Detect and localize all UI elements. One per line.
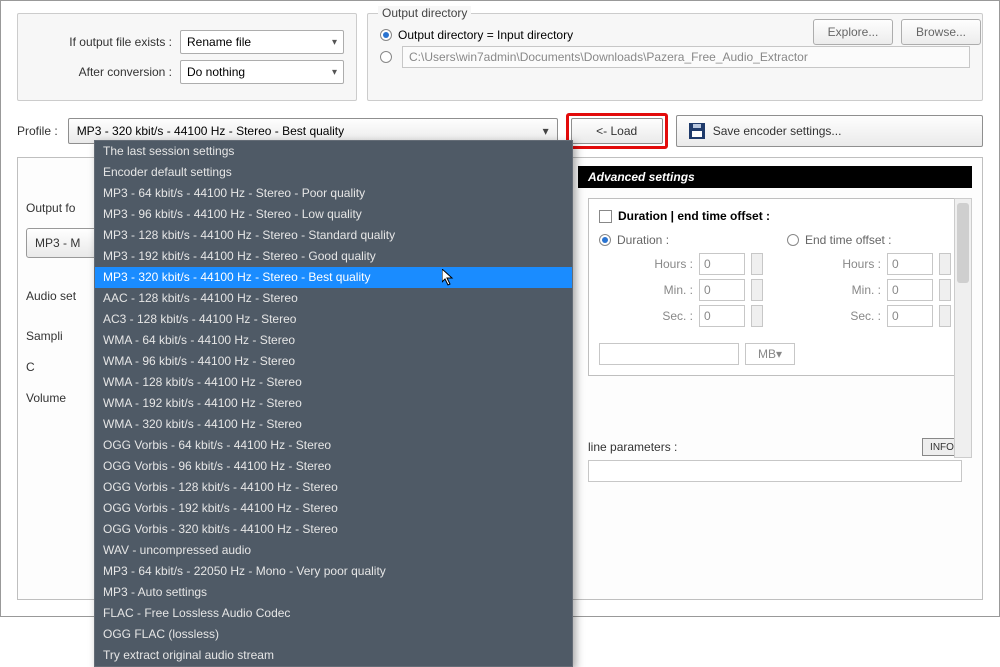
profile-option[interactable]: OGG Vorbis - 192 kbit/s - 44100 Hz - Ste… — [95, 498, 572, 519]
profile-dropdown[interactable]: The last session settingsEncoder default… — [94, 140, 573, 667]
outdir-custom-radio[interactable] — [380, 51, 392, 63]
advanced-settings-header: Advanced settings — [578, 166, 972, 188]
profile-option[interactable]: AAC - 128 kbit/s - 44100 Hz - Stereo — [95, 288, 572, 309]
dur-min-label: Min. : — [664, 283, 693, 297]
profile-option[interactable]: Encoder default settings — [95, 162, 572, 183]
scrollbar-thumb[interactable] — [957, 203, 969, 283]
end-sec-label: Sec. : — [850, 309, 881, 323]
end-hours-spin[interactable] — [939, 253, 951, 275]
outdir-same-radio[interactable] — [380, 29, 392, 41]
duration-column: Duration : Hours : 0 Min. : 0 Sec. : 0 — [599, 233, 763, 331]
profile-value: MP3 - 320 kbit/s - 44100 Hz - Stereo - B… — [77, 124, 344, 138]
profile-option[interactable]: MP3 - Auto settings — [95, 582, 572, 603]
end-sec-spin[interactable] — [939, 305, 951, 327]
profile-option[interactable]: WMA - 320 kbit/s - 44100 Hz - Stereo — [95, 414, 572, 435]
duration-radio[interactable] — [599, 234, 611, 246]
if-exists-combo[interactable]: Rename file — [180, 30, 344, 54]
profile-option[interactable]: AC3 - 128 kbit/s - 44100 Hz - Stereo — [95, 309, 572, 330]
end-min-input[interactable]: 0 — [887, 279, 933, 301]
duration-section-title: Duration | end time offset : — [618, 209, 770, 223]
after-conversion-label: After conversion : — [30, 65, 180, 79]
dur-hours-input[interactable]: 0 — [699, 253, 745, 275]
profile-option[interactable]: WMA - 96 kbit/s - 44100 Hz - Stereo — [95, 351, 572, 372]
profile-option[interactable]: The last session settings — [95, 141, 572, 162]
dur-min-spin[interactable] — [751, 279, 763, 301]
end-min-spin[interactable] — [939, 279, 951, 301]
profile-option[interactable]: MP3 - 96 kbit/s - 44100 Hz - Stereo - Lo… — [95, 204, 572, 225]
profile-option[interactable]: OGG Vorbis - 64 kbit/s - 44100 Hz - Ster… — [95, 435, 572, 456]
dur-min-input[interactable]: 0 — [699, 279, 745, 301]
app-window: If output file exists : Rename file Afte… — [0, 0, 1000, 617]
profile-label: Profile : — [17, 124, 58, 138]
endtime-label: End time offset : — [805, 233, 892, 247]
explore-button[interactable]: Explore... — [813, 19, 893, 45]
profile-option[interactable]: MP3 - 320 kbit/s - 44100 Hz - Stereo - B… — [95, 267, 572, 288]
outdir-buttons: Explore... Browse... — [813, 19, 981, 45]
output-directory-title: Output directory — [378, 6, 471, 20]
profile-option[interactable]: Try extract original audio stream — [95, 645, 572, 666]
after-conversion-value: Do nothing — [187, 65, 245, 79]
profile-option[interactable]: MP3 - 192 kbit/s - 44100 Hz - Stereo - G… — [95, 246, 572, 267]
floppy-icon — [689, 123, 705, 139]
profile-option[interactable]: WMA - 192 kbit/s - 44100 Hz - Stereo — [95, 393, 572, 414]
file-handling-panel: If output file exists : Rename file Afte… — [17, 13, 357, 101]
save-encoder-button[interactable]: Save encoder settings... — [676, 115, 983, 147]
advanced-scrollbar[interactable] — [954, 198, 972, 458]
end-min-label: Min. : — [852, 283, 881, 297]
load-button[interactable]: <- Load — [571, 118, 663, 144]
cmdline-params-row: line parameters : INFO — [588, 438, 962, 456]
profile-option[interactable]: WAV - uncompressed audio — [95, 540, 572, 561]
profile-option[interactable]: OGG Vorbis - 128 kbit/s - 44100 Hz - Ste… — [95, 477, 572, 498]
endtime-column: End time offset : Hours : 0 Min. : 0 Sec. … — [787, 233, 951, 331]
profile-option[interactable]: WMA - 64 kbit/s - 44100 Hz - Stereo — [95, 330, 572, 351]
end-hours-input[interactable]: 0 — [887, 253, 933, 275]
load-highlight: <- Load — [566, 113, 668, 149]
dur-hours-label: Hours : — [654, 257, 693, 271]
profile-option[interactable]: MP3 - 64 kbit/s - 44100 Hz - Stereo - Po… — [95, 183, 572, 204]
after-conversion-combo[interactable]: Do nothing — [180, 60, 344, 84]
size-unit-combo[interactable]: MB ▾ — [745, 343, 795, 365]
profile-option[interactable]: OGG Vorbis - 320 kbit/s - 44100 Hz - Ste… — [95, 519, 572, 540]
dur-sec-label: Sec. : — [662, 309, 693, 323]
if-exists-label: If output file exists : — [30, 35, 180, 49]
profile-option[interactable]: FLAC - Free Lossless Audio Codec — [95, 603, 572, 624]
if-exists-value: Rename file — [187, 35, 251, 49]
endtime-radio[interactable] — [787, 234, 799, 246]
dur-hours-spin[interactable] — [751, 253, 763, 275]
dur-sec-spin[interactable] — [751, 305, 763, 327]
end-hours-label: Hours : — [842, 257, 881, 271]
profile-option[interactable]: MP3 - 128 kbit/s - 44100 Hz - Stereo - S… — [95, 225, 572, 246]
cursor-icon — [442, 269, 454, 287]
dur-sec-input[interactable]: 0 — [699, 305, 745, 327]
cmdline-params-label: line parameters : — [588, 440, 677, 454]
size-input[interactable] — [599, 343, 739, 365]
end-sec-input[interactable]: 0 — [887, 305, 933, 327]
profile-option[interactable]: MP3 - 64 kbit/s - 22050 Hz - Mono - Very… — [95, 561, 572, 582]
outdir-path-input[interactable]: C:\Users\win7admin\Documents\Downloads\P… — [402, 46, 970, 68]
profile-option[interactable]: WMA - 128 kbit/s - 44100 Hz - Stereo — [95, 372, 572, 393]
outdir-path-value: C:\Users\win7admin\Documents\Downloads\P… — [409, 50, 808, 64]
save-encoder-label: Save encoder settings... — [713, 124, 842, 138]
duration-label: Duration : — [617, 233, 669, 247]
duration-checkbox[interactable] — [599, 210, 612, 223]
profile-option[interactable]: OGG Vorbis - 96 kbit/s - 44100 Hz - Ster… — [95, 456, 572, 477]
outdir-same-label: Output directory = Input directory — [398, 28, 573, 42]
profile-option[interactable]: OGG FLAC (lossless) — [95, 624, 572, 645]
advanced-settings-panel: Duration | end time offset : Duration : … — [588, 198, 962, 376]
cmdline-params-input[interactable] — [588, 460, 962, 482]
browse-button[interactable]: Browse... — [901, 19, 981, 45]
